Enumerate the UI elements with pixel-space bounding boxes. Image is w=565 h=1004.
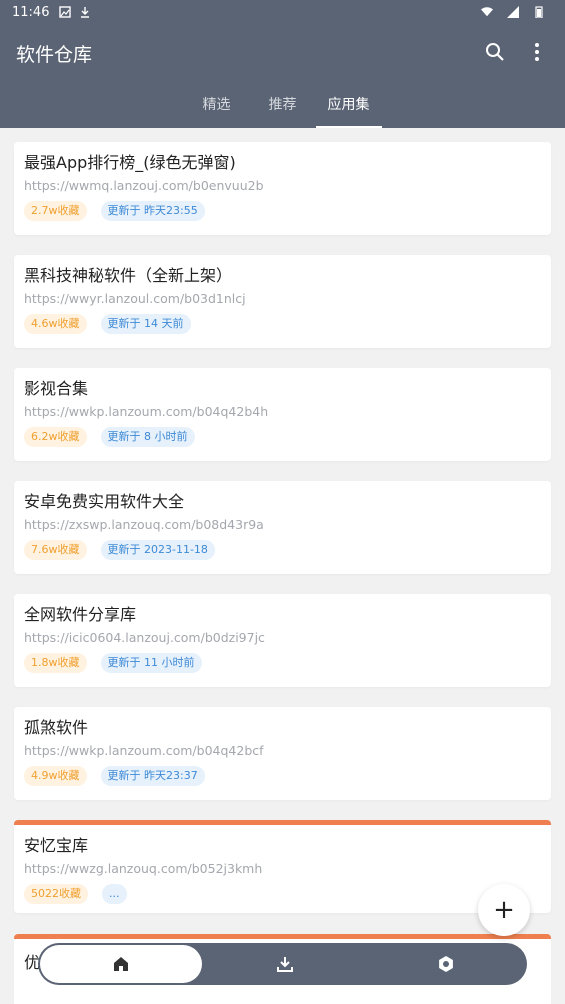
updated-badge: 更新于 8 小时前 (100, 427, 195, 447)
collection-url: https://wwzg.lanzouq.com/b052j3kmh (24, 861, 263, 876)
collection-card[interactable]: 孤煞软件 https://wwkp.lanzoum.com/b04q42bcf … (14, 707, 551, 800)
more-options-button[interactable] (525, 40, 549, 64)
favorites-badge: 6.2w收藏 (24, 427, 87, 447)
tab-featured[interactable]: 精选 (184, 80, 250, 128)
updated-badge: ... (102, 884, 127, 904)
updated-badge: 更新于 昨天23:37 (100, 766, 205, 786)
collection-url: https://icic0604.lanzouj.com/b0dzi97jc (24, 630, 265, 645)
settings-icon (439, 956, 454, 972)
battery-icon (533, 6, 545, 18)
collection-card[interactable]: 影视合集 https://wwkp.lanzoum.com/b04q42b4h … (14, 368, 551, 461)
page-title: 软件仓库 (16, 44, 93, 66)
app-bar: 软件仓库 精选 推荐 应用集 (0, 24, 565, 128)
updated-badge: 更新于 14 天前 (100, 314, 191, 334)
search-icon (486, 43, 504, 61)
collection-list: 最强App排行榜_(绿色无弹窗) https://wwmq.lanzouj.co… (14, 142, 551, 933)
status-bar: 11:46 (0, 0, 565, 24)
favorites-badge: 2.7w收藏 (24, 201, 87, 221)
collection-name: 最强App排行榜_(绿色无弹窗) (24, 153, 236, 172)
collection-url: https://wwmq.lanzouj.com/b0envuu2b (24, 178, 264, 193)
search-button[interactable] (483, 40, 507, 64)
tab-recommended[interactable]: 推荐 (250, 80, 316, 128)
collection-url: https://wwyr.lanzoul.com/b03d1nlcj (24, 291, 246, 306)
home-icon (113, 957, 128, 971)
nav-downloads[interactable] (204, 943, 366, 985)
updated-badge: 更新于 昨天23:55 (100, 201, 205, 221)
collection-name: 安忆宝库 (24, 836, 89, 855)
favorites-badge: 5022收藏 (24, 884, 88, 904)
collection-name: 安卓免费实用软件大全 (24, 492, 185, 511)
favorites-badge: 7.6w收藏 (24, 540, 87, 560)
collection-url: https://wwkp.lanzoum.com/b04q42bcf (24, 743, 264, 758)
collection-card[interactable]: 安忆宝库 https://wwzg.lanzouq.com/b052j3kmh … (14, 820, 551, 913)
status-time: 11:46 (12, 4, 50, 20)
nav-home[interactable] (40, 945, 202, 983)
collection-name: 影视合集 (24, 379, 89, 398)
download-notification-icon (79, 6, 91, 18)
collection-name: 孤煞软件 (24, 718, 89, 737)
cell-signal-icon (507, 6, 519, 18)
favorites-badge: 4.9w收藏 (24, 766, 87, 786)
updated-badge: 更新于 2023-11-18 (100, 540, 215, 560)
gallery-notification-icon (59, 6, 72, 18)
collection-card[interactable]: 全网软件分享库 https://icic0604.lanzouj.com/b0d… (14, 594, 551, 687)
tab-app-collections[interactable]: 应用集 (315, 80, 382, 128)
tab-bar: 精选 推荐 应用集 (0, 80, 565, 128)
collection-url: https://wwkp.lanzoum.com/b04q42b4h (24, 404, 269, 419)
more-vert-icon (535, 43, 539, 61)
nav-settings[interactable] (365, 943, 527, 985)
bottom-navigation (38, 943, 527, 985)
download-icon (276, 957, 293, 972)
collection-name: 全网软件分享库 (24, 605, 137, 624)
updated-badge: 更新于 11 小时前 (100, 653, 202, 673)
collection-url: https://zxswp.lanzouq.com/b08d43r9a (24, 517, 264, 532)
collection-card[interactable]: 最强App排行榜_(绿色无弹窗) https://wwmq.lanzouj.co… (14, 142, 551, 235)
favorites-badge: 4.6w收藏 (24, 314, 87, 334)
add-collection-button[interactable]: + (478, 884, 530, 936)
favorites-badge: 1.8w收藏 (24, 653, 87, 673)
wifi-icon (481, 6, 493, 18)
collection-card[interactable]: 安卓免费实用软件大全 https://zxswp.lanzouq.com/b08… (14, 481, 551, 574)
collection-card[interactable]: 黑科技神秘软件（全新上架） https://wwyr.lanzoul.com/b… (14, 255, 551, 348)
collection-name: 黑科技神秘软件（全新上架） (24, 266, 233, 285)
